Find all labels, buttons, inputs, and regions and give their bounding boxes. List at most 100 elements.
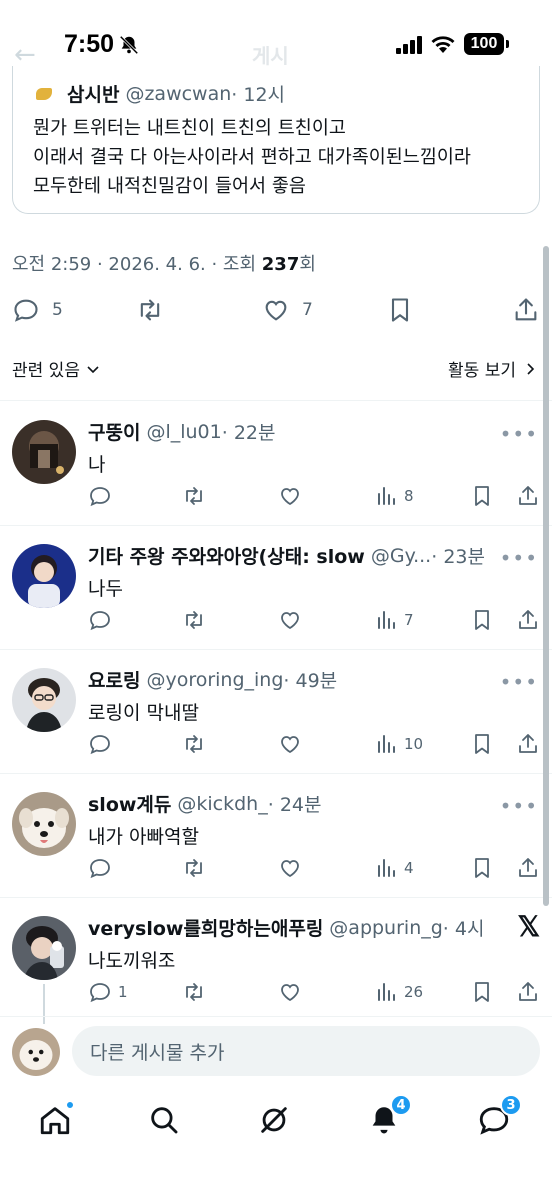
views-button[interactable]: 7	[374, 608, 414, 632]
reply-post[interactable]: 구뚱이 @l_lu01 · 22분 ••• 나 8	[0, 402, 552, 526]
more-icon[interactable]: •••	[500, 422, 538, 446]
quoted-line: 모두한테 내적친밀감이 들어서 좋음	[33, 176, 306, 197]
like-button[interactable]	[278, 608, 302, 632]
quoted-post[interactable]: 삼시반 @zawcwan · 12시 뭔가 트위터는 내트친이 트친의 트친이고…	[12, 66, 540, 214]
bookmark-icon	[475, 610, 489, 630]
reply-author-name[interactable]: 요로링	[88, 666, 140, 693]
tab-grok[interactable]	[254, 1100, 294, 1140]
reply-author-handle: @kickdh_	[177, 792, 268, 815]
reply-time: · 22분	[221, 422, 276, 444]
views-button[interactable]: 26	[374, 980, 423, 1004]
notifications-badge: 4	[390, 1094, 412, 1116]
like-button[interactable]: 7	[262, 296, 313, 324]
views-button[interactable]: 8	[374, 484, 414, 508]
quoted-post-header: 삼시반 @zawcwan · 12시	[33, 80, 285, 107]
wifi-icon	[431, 36, 455, 53]
views-icon	[378, 859, 395, 877]
view-activity-link[interactable]: 활동 보기	[448, 356, 538, 381]
avatar[interactable]	[12, 916, 76, 980]
reply-author-handle: @appurin_g	[329, 916, 443, 939]
bookmark-button[interactable]	[470, 856, 494, 880]
add-post-input[interactable]: 다른 게시물 추가	[72, 1026, 540, 1076]
avatar[interactable]	[12, 544, 76, 608]
reply-text: 나	[88, 454, 106, 476]
reply-button[interactable]	[88, 732, 118, 756]
retweet-icon	[186, 487, 202, 505]
tab-search[interactable]	[144, 1100, 184, 1140]
post-actions: 5 7	[0, 290, 552, 334]
more-icon[interactable]: •••	[500, 546, 538, 570]
status-time: 7:50	[64, 30, 115, 58]
tab-messages[interactable]: 3	[474, 1094, 522, 1140]
views-button[interactable]: 4	[374, 856, 414, 880]
share-button[interactable]	[512, 296, 540, 324]
share-button[interactable]	[516, 484, 540, 508]
bookmark-button[interactable]	[470, 484, 494, 508]
reply-text: 나도끼워조	[88, 950, 176, 972]
scrollbar[interactable]	[543, 246, 549, 906]
reply-time: · 4시	[442, 918, 485, 940]
reply-post[interactable]: slow계듀 @kickdh_ · 24분 ••• 내가 아빠역할 4	[0, 774, 552, 898]
related-sort-button[interactable]: 관련 있음	[12, 356, 101, 381]
more-icon[interactable]: •••	[500, 794, 538, 818]
reply-author-name[interactable]: 기타 주왕 주와와아앙(상태: slow	[88, 542, 365, 569]
retweet-icon	[186, 611, 202, 629]
more-icon[interactable]: •••	[500, 670, 538, 694]
bookmark-button[interactable]	[470, 732, 494, 756]
reply-composer: 다른 게시물 추가	[0, 1016, 552, 1086]
share-button[interactable]	[516, 856, 540, 880]
reply-button[interactable]	[88, 856, 118, 880]
avatar[interactable]	[12, 792, 76, 856]
views-button[interactable]: 10	[374, 732, 423, 756]
retweet-button[interactable]	[182, 980, 206, 1004]
retweet-button[interactable]	[136, 296, 164, 324]
retweet-button[interactable]	[182, 484, 206, 508]
view-suffix: 회	[299, 254, 316, 275]
reply-header: 요로링 @yororing_ing · 49분	[88, 666, 337, 693]
bookmark-button[interactable]	[470, 608, 494, 632]
view-count: 7	[404, 611, 414, 629]
share-button[interactable]	[516, 608, 540, 632]
reply-author-name[interactable]: veryslow를희망하는애푸링	[88, 914, 323, 941]
retweet-icon	[186, 735, 202, 753]
like-button[interactable]	[278, 856, 302, 880]
bookmark-icon	[475, 734, 489, 754]
like-button[interactable]	[278, 484, 302, 508]
search-icon	[151, 1107, 178, 1134]
reply-author-name[interactable]: slow계듀	[88, 790, 171, 817]
bottom-tab-bar: 4 3	[0, 1086, 552, 1156]
quoted-line: 이래서 결국 다 아는사이라서 편하고 대가족이된느낌이라	[33, 147, 471, 168]
chevron-down-icon	[87, 365, 99, 373]
like-button[interactable]	[278, 980, 302, 1004]
bookmark-icon	[475, 858, 489, 878]
reply-button[interactable]	[88, 484, 118, 508]
reply-actions: 10	[88, 732, 544, 762]
like-button[interactable]	[278, 732, 302, 756]
reply-icon	[90, 611, 110, 631]
tab-notifications[interactable]: 4	[364, 1094, 412, 1140]
share-icon	[519, 982, 537, 1001]
reply-button[interactable]	[88, 608, 118, 632]
reply-button[interactable]: 1	[88, 980, 128, 1004]
reply-post[interactable]: veryslow를희망하는애푸링 @appurin_g · 4시 𝕏 나도끼워조…	[0, 898, 552, 1024]
reply-button[interactable]: 5	[12, 296, 63, 324]
bookmark-button[interactable]	[386, 296, 414, 324]
views-icon	[378, 735, 395, 753]
like-icon	[281, 984, 299, 1002]
retweet-button[interactable]	[182, 732, 206, 756]
post-meta: 오전 2:59 · 2026. 4. 6. · 조회 237회	[12, 250, 316, 276]
tab-home[interactable]	[35, 1100, 75, 1140]
reply-post[interactable]: 기타 주왕 주와와아앙(상태: slow @Gy... · 23분 ••• 나두…	[0, 526, 552, 650]
bookmark-button[interactable]	[470, 980, 494, 1004]
reply-icon	[90, 859, 110, 879]
reply-author-name[interactable]: 구뚱이	[88, 418, 140, 445]
reply-post[interactable]: 요로링 @yororing_ing · 49분 ••• 로링이 막내딸 10	[0, 650, 552, 774]
share-button[interactable]	[516, 732, 540, 756]
avatar[interactable]	[12, 668, 76, 732]
avatar[interactable]	[12, 420, 76, 484]
bookmark-icon	[391, 298, 409, 322]
share-button[interactable]	[516, 980, 540, 1004]
grok-icon	[261, 1107, 287, 1133]
retweet-button[interactable]	[182, 608, 206, 632]
retweet-button[interactable]	[182, 856, 206, 880]
